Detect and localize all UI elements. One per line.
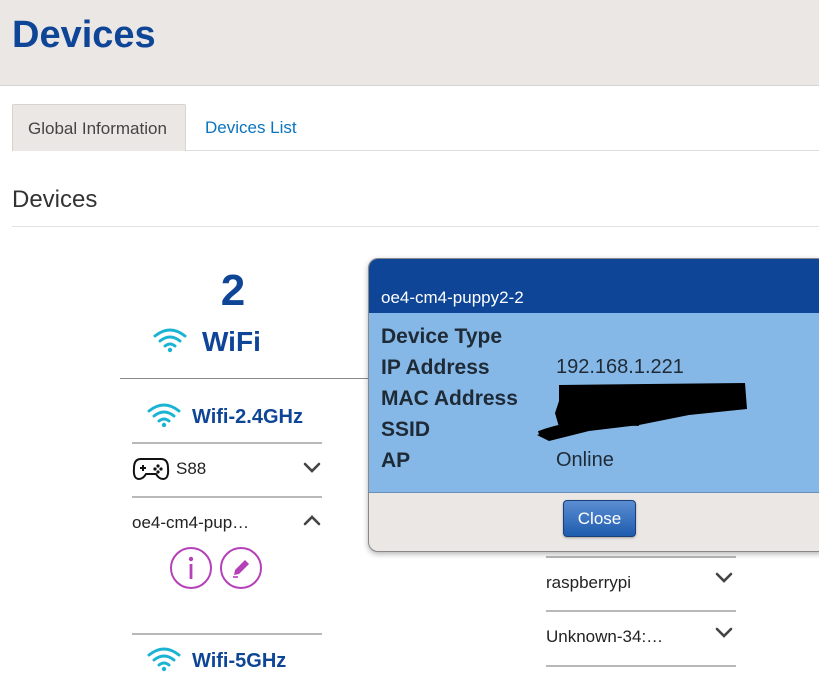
band-wifi-2-4ghz: Wifi-2.4GHz: [146, 402, 303, 433]
field-value-ip-address: 192.168.1.221: [556, 356, 684, 378]
divider: [132, 633, 322, 635]
wifi-label: WiFi: [202, 326, 261, 357]
chevron-up-icon[interactable]: [302, 510, 322, 530]
divider: [132, 496, 322, 498]
info-icon: [185, 555, 197, 581]
tab-bar: Global Information Devices List: [12, 104, 819, 151]
chevron-down-icon[interactable]: [302, 458, 322, 478]
divider: [546, 665, 736, 667]
divider: [546, 556, 736, 558]
band-label: Wifi-2.4GHz: [192, 406, 303, 428]
field-label-ip-address: IP Address: [381, 356, 490, 379]
page-title: Devices: [12, 14, 156, 56]
tab-global-information[interactable]: Global Information: [12, 104, 186, 151]
chevron-down-icon[interactable]: [714, 623, 734, 643]
device-name: oe4-cm4-pup…: [132, 513, 250, 532]
wifi-heading: WiFi: [152, 324, 261, 360]
close-button[interactable]: Close: [563, 500, 636, 537]
band-wifi-5ghz: Wifi-5GHz: [146, 646, 286, 677]
divider: [546, 610, 736, 612]
field-label-ssid: SSID: [381, 418, 431, 441]
wifi-device-count: 2: [220, 266, 246, 315]
dialog-body: Device Type IP Address 192.168.1.221 MAC…: [369, 313, 819, 493]
redaction-scribble: [519, 379, 751, 445]
section-title: Devices: [12, 186, 98, 213]
list-item[interactable]: S88: [132, 449, 206, 489]
wifi-icon: [146, 402, 182, 433]
divider: [132, 442, 322, 444]
wifi-icon: [152, 327, 188, 358]
edit-button[interactable]: [220, 547, 262, 589]
device-name: Unknown-34:…: [546, 627, 664, 646]
chevron-down-icon[interactable]: [714, 568, 734, 588]
device-details-dialog: oe4-cm4-puppy2-2 Device Type IP Address …: [368, 258, 819, 552]
field-label-device-type: Device Type: [381, 325, 503, 348]
device-name: raspberrypi: [546, 573, 632, 592]
wifi-icon: [146, 646, 182, 677]
list-item[interactable]: Unknown-34:…: [546, 617, 663, 657]
dialog-header: oe4-cm4-puppy2-2: [369, 259, 819, 313]
pencil-icon: [230, 557, 252, 579]
page-header: Devices: [0, 0, 819, 86]
list-item[interactable]: raspberrypi: [546, 563, 631, 603]
field-value-ap: Online: [556, 449, 614, 471]
divider: [12, 226, 819, 227]
info-button[interactable]: [170, 547, 212, 589]
band-label: Wifi-5GHz: [192, 650, 287, 672]
gamepad-icon: [132, 456, 170, 482]
dialog-title: oe4-cm4-puppy2-2: [381, 288, 524, 307]
list-item[interactable]: oe4-cm4-pup…: [132, 503, 249, 543]
field-label-mac-address: MAC Address: [381, 387, 518, 410]
divider: [120, 378, 370, 379]
tab-devices-list[interactable]: Devices List: [190, 104, 312, 151]
field-label-ap: AP: [381, 449, 411, 472]
device-name: S88: [176, 459, 207, 478]
